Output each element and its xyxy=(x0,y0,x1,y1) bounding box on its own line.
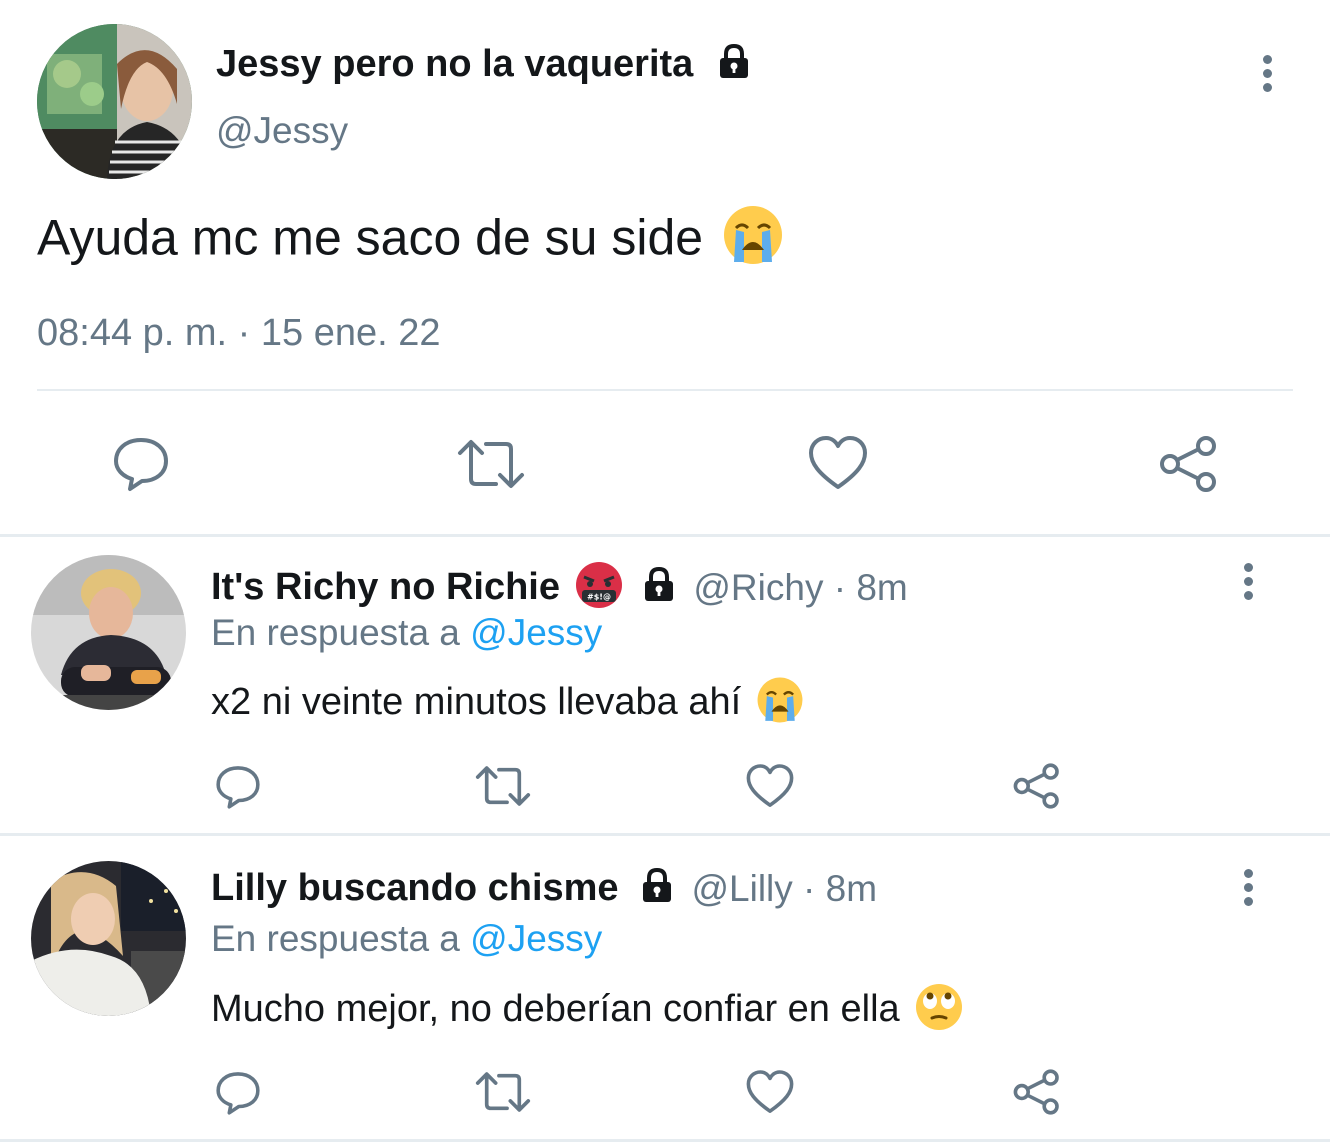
share-icon[interactable] xyxy=(1012,1068,1062,1116)
name-row: Lilly buscando chisme @Lilly · 8m xyxy=(211,866,877,918)
lock-icon xyxy=(639,565,679,610)
tweet-text-row: x2 ni veinte minutos llevaba ahí xyxy=(211,676,804,729)
reply-context: En respuesta a @Jessy xyxy=(211,918,602,960)
like-icon[interactable] xyxy=(808,435,868,491)
tweet-text: x2 ni veinte minutos llevaba ahí xyxy=(211,681,742,723)
more-options-icon[interactable] xyxy=(1238,869,1258,911)
like-icon[interactable] xyxy=(746,763,794,809)
retweet-icon[interactable] xyxy=(474,764,532,808)
name-row: Jessy pero no la vaquerita xyxy=(216,42,754,92)
avatar[interactable] xyxy=(31,861,186,1016)
like-icon[interactable] xyxy=(746,1069,794,1115)
lock-icon xyxy=(637,866,677,911)
tweet-text: Ayuda mc me saco de su side xyxy=(37,209,704,266)
tweet-text-row: Mucho mejor, no deberían confiar en ella xyxy=(211,982,964,1037)
retweet-icon[interactable] xyxy=(456,437,526,491)
face-with-rolling-eyes-emoji xyxy=(914,982,964,1037)
share-icon[interactable] xyxy=(1158,434,1220,494)
section-divider xyxy=(0,833,1330,836)
reply-to-link[interactable]: @Jessy xyxy=(470,918,602,959)
more-options-icon[interactable] xyxy=(1238,563,1258,605)
more-options-icon[interactable] xyxy=(1257,55,1277,97)
retweet-icon[interactable] xyxy=(474,1070,532,1114)
reply-to-link[interactable]: @Jessy xyxy=(470,612,602,653)
display-name[interactable]: It's Richy no Richie xyxy=(211,566,560,608)
face-with-symbols-on-mouth-emoji: #$!@ xyxy=(574,560,624,615)
handle-time[interactable]: @Richy · 8m xyxy=(693,567,907,608)
timestamp[interactable]: 08:44 p. m. · 15 ene. 22 xyxy=(37,312,441,355)
avatar[interactable] xyxy=(31,555,186,710)
reply-icon[interactable] xyxy=(214,764,262,810)
reply-context: En respuesta a @Jessy xyxy=(211,612,602,654)
display-name[interactable]: Jessy pero no la vaquerita xyxy=(216,43,693,85)
divider xyxy=(37,389,1293,391)
handle-time[interactable]: @Lilly · 8m xyxy=(691,868,877,909)
name-row: It's Richy no Richie #$!@ @Richy · 8m xyxy=(211,560,908,612)
tweet-text: Mucho mejor, no deberían confiar en ella xyxy=(211,988,900,1030)
loudly-crying-face-emoji xyxy=(756,676,804,729)
tweet-text-row: Ayuda mc me saco de su side xyxy=(37,204,784,271)
svg-text:#$!@: #$!@ xyxy=(587,593,611,602)
reply-icon[interactable] xyxy=(214,1070,262,1116)
reply-prefix: En respuesta a xyxy=(211,612,460,653)
reply-prefix: En respuesta a xyxy=(211,918,460,959)
avatar[interactable] xyxy=(37,24,192,179)
section-divider xyxy=(0,534,1330,537)
loudly-crying-face-emoji xyxy=(722,204,784,271)
section-divider xyxy=(0,1139,1330,1142)
lock-icon xyxy=(714,42,754,87)
handle[interactable]: @Jessy xyxy=(216,110,348,152)
reply-icon[interactable] xyxy=(112,435,170,493)
display-name[interactable]: Lilly buscando chisme xyxy=(211,867,619,909)
share-icon[interactable] xyxy=(1012,762,1062,810)
